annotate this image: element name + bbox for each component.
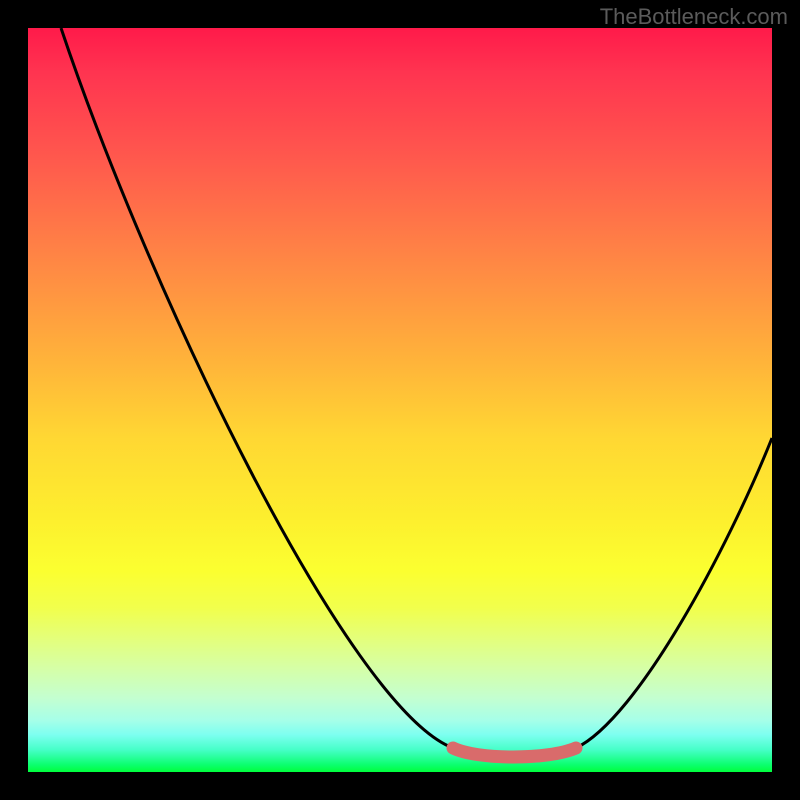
highlight-segment: [453, 748, 576, 757]
curve-layer: [28, 28, 772, 772]
bottleneck-curve: [61, 28, 772, 756]
plot-area: [28, 28, 772, 772]
watermark-text: TheBottleneck.com: [600, 4, 788, 30]
